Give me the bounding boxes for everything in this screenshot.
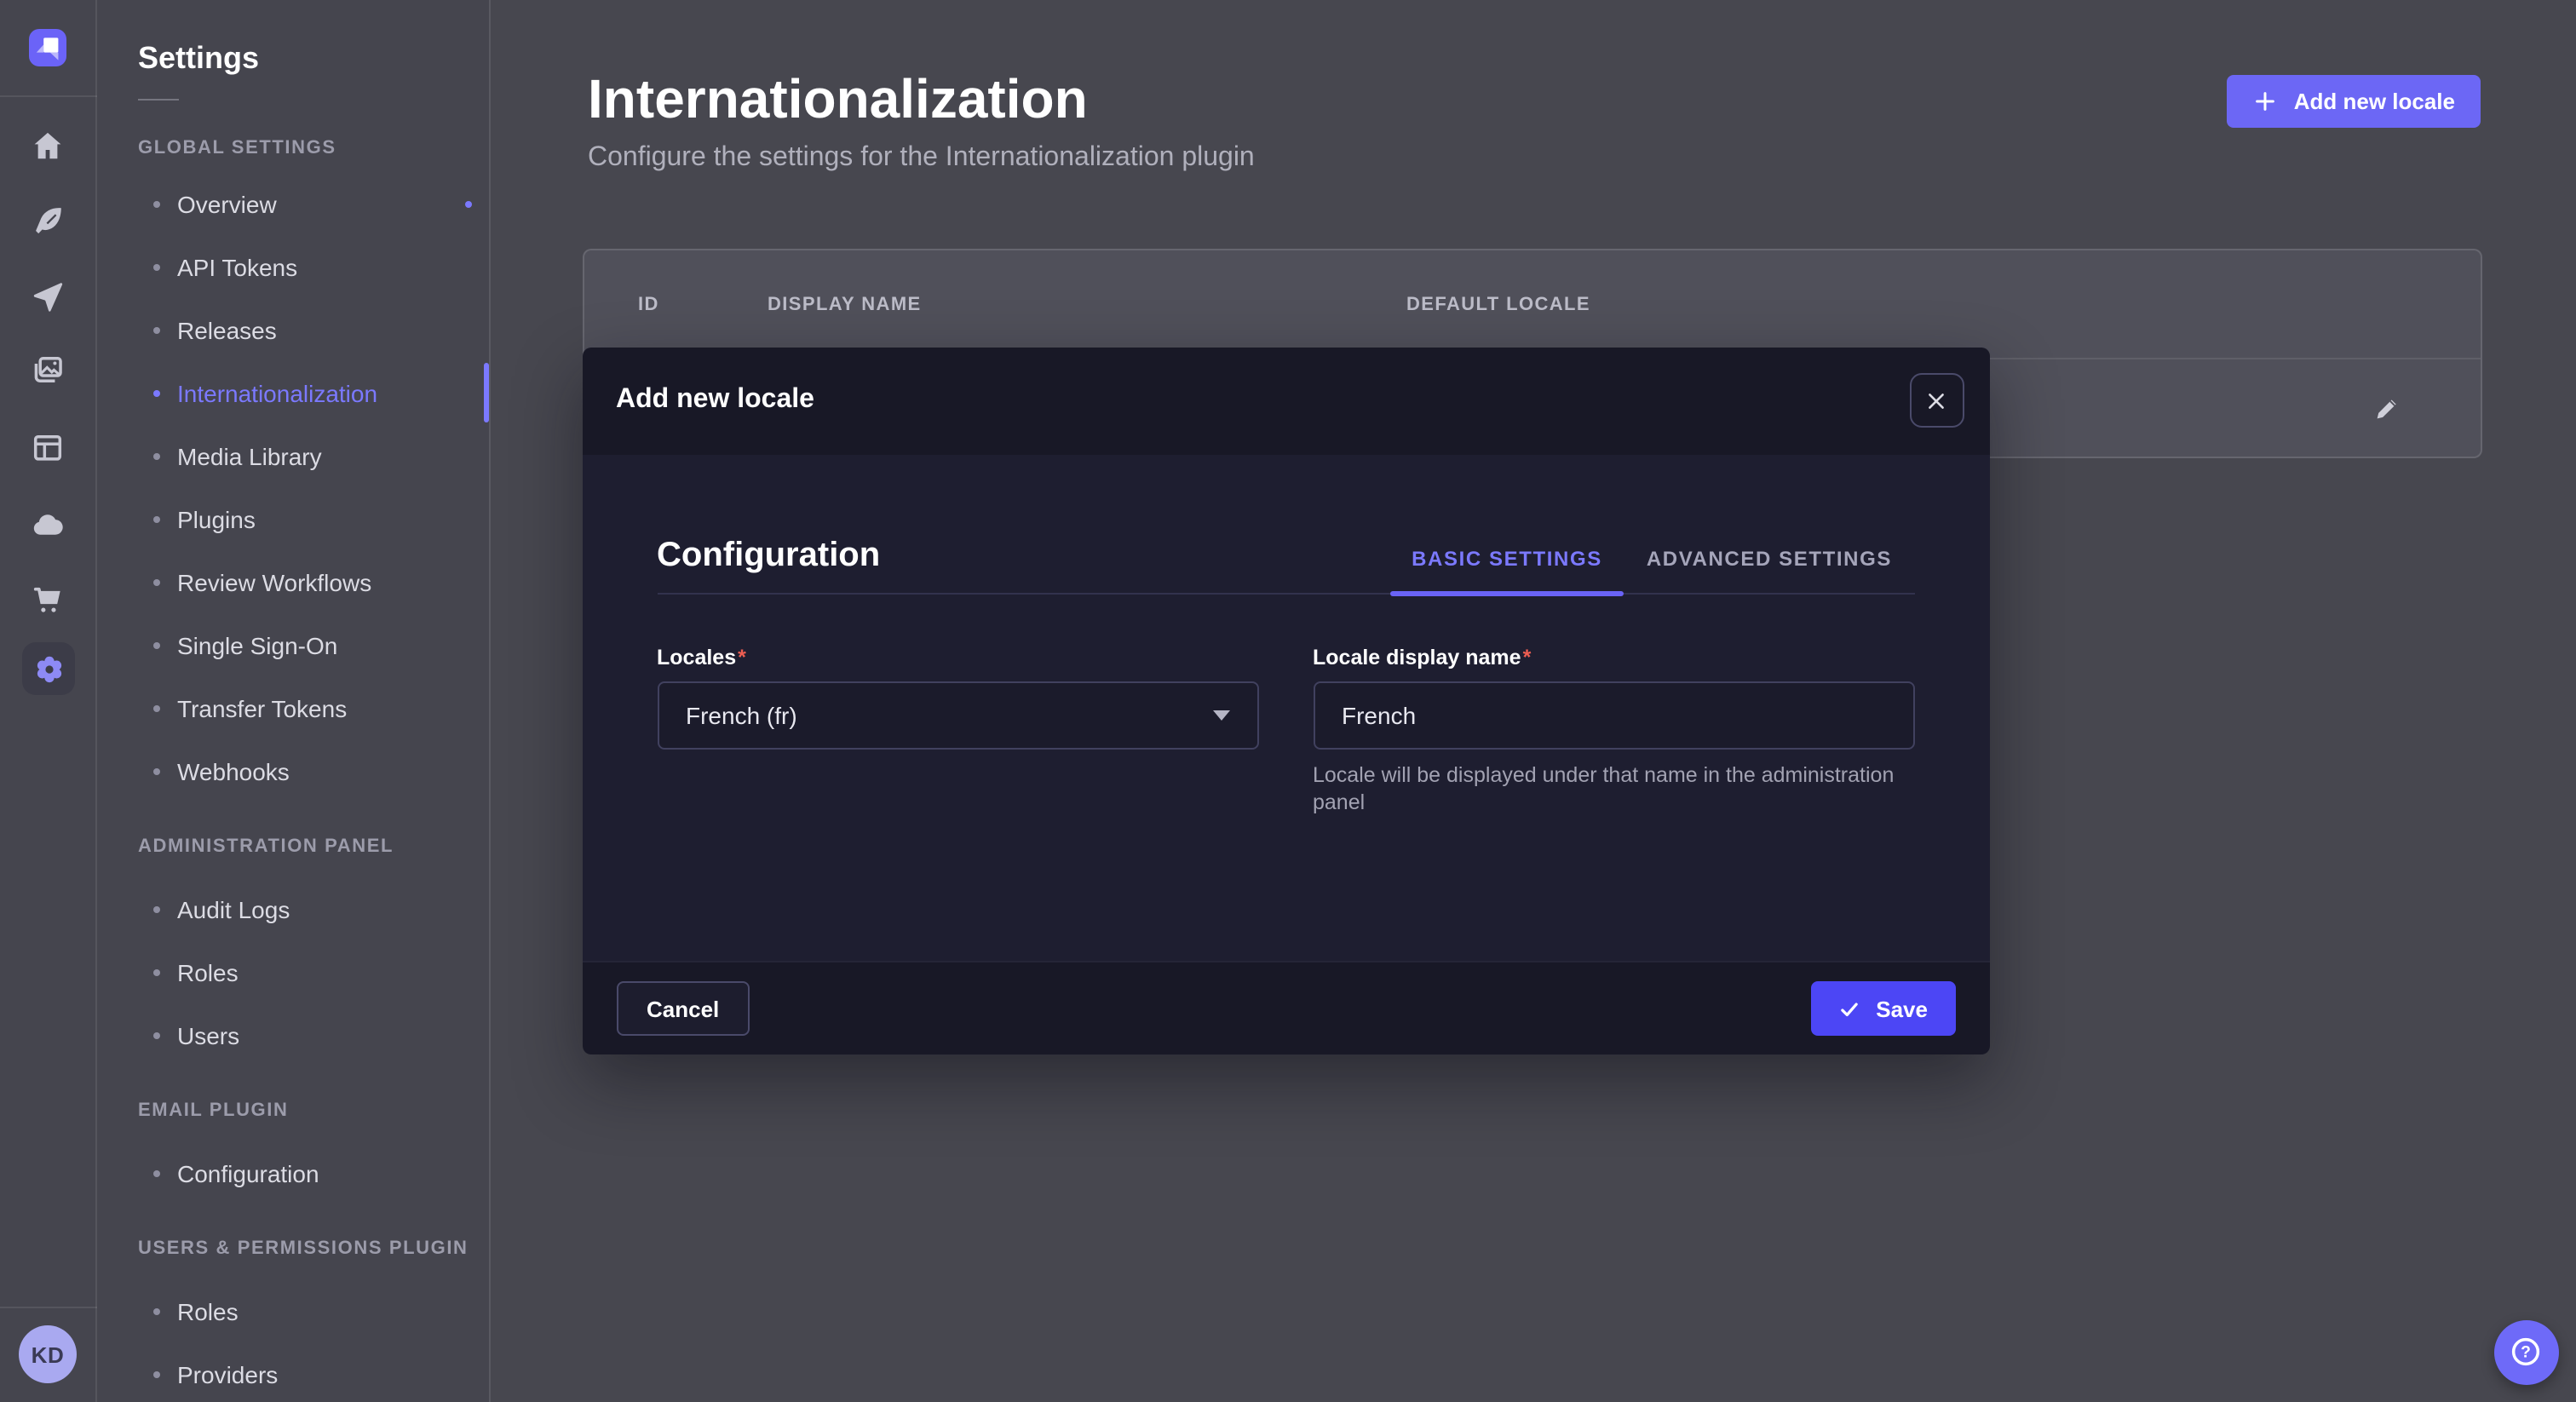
bullet-icon [153, 1031, 160, 1038]
home-icon[interactable] [29, 128, 66, 165]
users-permissions-list: Roles Providers [97, 1279, 489, 1402]
sidebar-item-admin-roles[interactable]: Roles [97, 940, 489, 1003]
configuration-header-row: Configuration BASIC SETTINGS ADVANCED SE… [657, 536, 1914, 594]
title-divider [138, 99, 179, 101]
close-modal-button[interactable] [1909, 374, 1964, 428]
locales-select[interactable]: French (fr) [657, 681, 1258, 749]
sidebar-item-api-tokens[interactable]: API Tokens [97, 235, 489, 298]
display-name-helper: Locale will be displayed under that name… [1313, 761, 1902, 819]
bullet-icon [153, 767, 160, 774]
bullet-icon [153, 263, 160, 270]
bullet-icon [153, 1307, 160, 1314]
sidebar-item-overview[interactable]: Overview [97, 172, 489, 235]
user-avatar[interactable]: KD [19, 1325, 77, 1383]
bullet-icon [153, 1370, 160, 1377]
configuration-title: Configuration [657, 536, 880, 575]
modal-header: Add new locale [582, 348, 1989, 454]
modal-footer: Cancel Save [582, 961, 1989, 1054]
form-fields: Locales* French (fr) Locale display name… [657, 645, 1914, 819]
bullet-icon [153, 704, 160, 711]
settings-tabs: BASIC SETTINGS ADVANCED SETTINGS [1389, 546, 1914, 592]
bullet-icon [153, 515, 160, 522]
bullet-icon [153, 905, 160, 912]
strapi-logo[interactable] [29, 29, 66, 66]
required-marker: * [738, 645, 746, 669]
bullet-icon [153, 968, 160, 975]
page-title: Internationalization [588, 68, 1088, 131]
sidebar-title: Settings [138, 41, 489, 77]
media-library-icon[interactable] [29, 351, 66, 388]
content-builder-icon[interactable] [29, 203, 66, 240]
chevron-down-icon [1212, 710, 1229, 720]
deploy-icon[interactable] [29, 278, 66, 315]
modal-body: Configuration BASIC SETTINGS ADVANCED SE… [582, 454, 1989, 961]
sidebar-item-plugins[interactable]: Plugins [97, 487, 489, 550]
sidebar-item-releases[interactable]: Releases [97, 298, 489, 361]
edit-locale-button[interactable] [2366, 386, 2410, 430]
strapi-admin: KD Settings GLOBAL SETTINGS Overview API… [0, 0, 2576, 1402]
svg-text:?: ? [2521, 1344, 2531, 1362]
sidebar-item-up-providers[interactable]: Providers [97, 1342, 489, 1402]
display-name-field: Locale display name* Locale will be disp… [1313, 645, 1914, 819]
cancel-button[interactable]: Cancel [616, 981, 750, 1036]
tab-basic-settings[interactable]: BASIC SETTINGS [1389, 546, 1624, 592]
section-header-users-permissions: USERS & PERMISSIONS PLUGIN [138, 1238, 489, 1259]
bullet-icon [153, 578, 160, 585]
display-name-label: Locale display name* [1313, 645, 1914, 669]
bullet-icon [153, 326, 160, 333]
settings-rail-item[interactable] [22, 642, 75, 695]
locales-field: Locales* French (fr) [657, 645, 1258, 819]
add-new-locale-button[interactable]: Add new locale [2228, 75, 2481, 128]
sidebar-item-internationalization[interactable]: Internationalization [97, 361, 489, 424]
sidebar-item-review-workflows[interactable]: Review Workflows [97, 550, 489, 613]
sidebar-item-single-sign-on[interactable]: Single Sign-On [97, 613, 489, 676]
global-settings-list: Overview API Tokens Releases Internation… [97, 172, 489, 802]
display-name-input[interactable] [1313, 681, 1914, 749]
settings-sidebar: Settings GLOBAL SETTINGS Overview API To… [97, 0, 491, 1402]
help-button[interactable]: ? [2493, 1319, 2558, 1384]
bullet-icon [153, 641, 160, 648]
email-plugin-list: Configuration [97, 1141, 489, 1204]
sidebar-item-audit-logs[interactable]: Audit Logs [97, 877, 489, 940]
modal-title: Add new locale [616, 386, 814, 417]
admin-panel-list: Audit Logs Roles Users [97, 877, 489, 1066]
table-header-row: ID DISPLAY NAME DEFAULT LOCALE [584, 250, 2480, 358]
bullet-icon [153, 452, 160, 459]
locales-label: Locales* [657, 645, 1258, 669]
sidebar-item-media-library[interactable]: Media Library [97, 424, 489, 487]
section-header-email-plugin: EMAIL PLUGIN [138, 1100, 489, 1121]
required-marker: * [1523, 645, 1532, 669]
gear-icon [30, 650, 67, 687]
rail-divider [0, 1307, 97, 1308]
save-button[interactable]: Save [1811, 981, 1955, 1036]
column-header-id: ID [638, 294, 768, 314]
pencil-icon [2372, 392, 2404, 424]
sidebar-item-up-roles[interactable]: Roles [97, 1279, 489, 1342]
close-icon [1925, 390, 1947, 412]
strapi-logo-icon [29, 29, 66, 66]
sidebar-item-email-configuration[interactable]: Configuration [97, 1141, 489, 1204]
sidebar-item-transfer-tokens[interactable]: Transfer Tokens [97, 676, 489, 739]
sidebar-item-admin-users[interactable]: Users [97, 1003, 489, 1066]
rail-divider [0, 95, 97, 97]
section-header-admin-panel: ADMINISTRATION PANEL [138, 836, 489, 857]
page-subtitle: Configure the settings for the Internati… [588, 143, 1255, 174]
bullet-icon [153, 200, 160, 207]
cloud-icon[interactable] [29, 506, 66, 543]
column-header-default-locale: DEFAULT LOCALE [1406, 294, 2480, 314]
bullet-icon [153, 389, 160, 396]
notification-dot [465, 200, 472, 207]
check-icon [1838, 997, 1860, 1020]
add-locale-modal: Add new locale Configuration BASIC SETTI… [582, 348, 1989, 1054]
column-header-display-name: DISPLAY NAME [768, 294, 1406, 314]
tab-advanced-settings[interactable]: ADVANCED SETTINGS [1624, 546, 1914, 592]
section-header-global: GLOBAL SETTINGS [138, 138, 489, 158]
bullet-icon [153, 1169, 160, 1176]
plus-icon [2253, 89, 2279, 114]
layouts-icon[interactable] [29, 429, 66, 467]
icon-rail: KD [0, 0, 97, 1402]
sidebar-item-webhooks[interactable]: Webhooks [97, 739, 489, 802]
marketplace-icon[interactable] [29, 581, 66, 618]
question-mark-icon: ? [2508, 1334, 2544, 1370]
